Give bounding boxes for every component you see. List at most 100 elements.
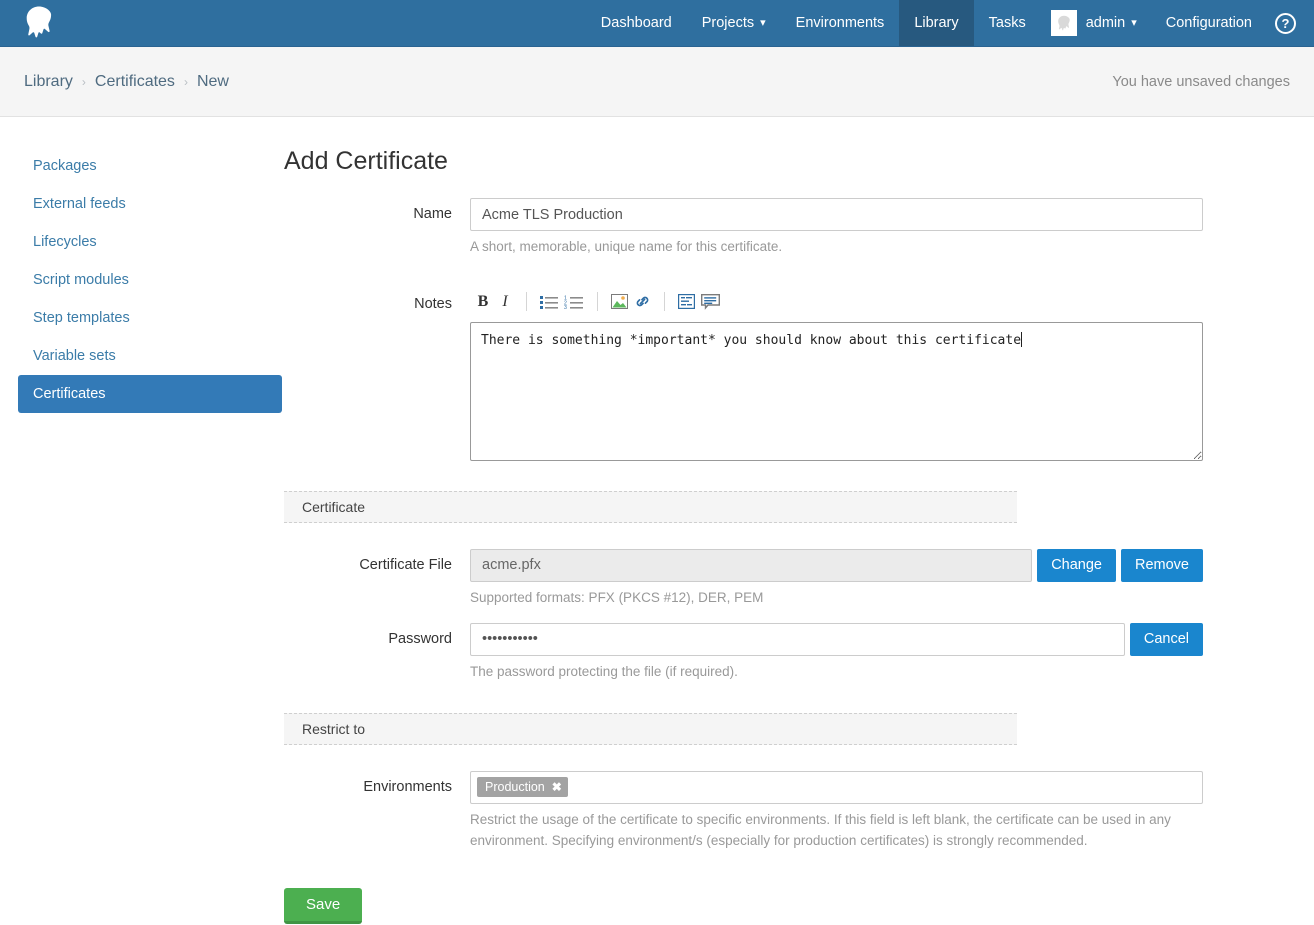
nav-item-projects[interactable]: Projects ▾ [687, 0, 781, 46]
insert-link-button[interactable] [631, 290, 654, 314]
field-row-password: Password Cancel The password protecting … [282, 623, 1274, 683]
sidebar-item-external-feeds[interactable]: External feeds [18, 185, 282, 223]
certificate-file-control: Change Remove Supported formats: PFX (PK… [470, 549, 1203, 609]
bulleted-list-button[interactable] [537, 290, 561, 314]
sidebar-item-label: Packages [33, 158, 97, 174]
password-input[interactable] [470, 623, 1125, 656]
password-label: Password [282, 623, 470, 683]
certificate-file-help-text: Supported formats: PFX (PKCS #12), DER, … [470, 588, 1203, 609]
chevron-down-icon: ▾ [760, 18, 766, 29]
insert-image-button[interactable] [608, 290, 631, 314]
top-navigation-bar: Dashboard Projects ▾ Environments Librar… [0, 0, 1314, 47]
numbered-list-button[interactable]: 1 2 3 [561, 290, 587, 314]
environments-label: Environments [282, 771, 470, 852]
bulleted-list-icon [540, 295, 558, 309]
nav-item-environments[interactable]: Environments [781, 0, 900, 46]
sidebar-item-label: Step templates [33, 310, 130, 326]
nav-item-library-label: Library [914, 15, 958, 31]
numbered-list-icon: 1 2 3 [564, 295, 584, 309]
svg-text:3: 3 [564, 305, 567, 309]
source-view-icon [678, 294, 695, 309]
help-icon: ? [1275, 13, 1296, 34]
sidebar-item-lifecycles[interactable]: Lifecycles [18, 223, 282, 261]
octopus-avatar-icon [1055, 15, 1073, 32]
toolbar-divider [597, 292, 598, 311]
remove-file-button[interactable]: Remove [1121, 549, 1203, 582]
section-header-restrict-to: Restrict to [284, 713, 1017, 745]
environments-help-text: Restrict the usage of the certificate to… [470, 810, 1203, 852]
tag-production[interactable]: Production ✖ [477, 777, 568, 797]
breadcrumb-bar: Library › Certificates › New You have un… [0, 47, 1314, 117]
sidebar-item-packages[interactable]: Packages [18, 147, 282, 185]
octopus-logo[interactable] [0, 0, 78, 46]
name-help-text: A short, memorable, unique name for this… [470, 237, 1203, 258]
name-input[interactable] [470, 198, 1203, 231]
help-button[interactable]: ? [1267, 0, 1314, 46]
breadcrumb-separator-icon: › [184, 75, 188, 89]
avatar [1051, 10, 1077, 36]
nav-item-tasks-label: Tasks [989, 15, 1026, 31]
certificate-file-input [470, 549, 1032, 582]
form-actions: Save [284, 888, 1274, 924]
name-control: A short, memorable, unique name for this… [470, 198, 1203, 258]
sidebar-item-certificates[interactable]: Certificates [18, 375, 282, 413]
password-help-text: The password protecting the file (if req… [470, 662, 1203, 683]
page-body: Packages External feeds Lifecycles Scrip… [0, 117, 1314, 924]
text-cursor [1021, 332, 1022, 347]
italic-icon: I [502, 293, 507, 311]
nav-item-dashboard-label: Dashboard [601, 15, 672, 31]
breadcrumb: Library › Certificates › New [24, 73, 229, 91]
breadcrumb-item-library[interactable]: Library [24, 73, 73, 91]
tag-remove-icon[interactable]: ✖ [552, 781, 562, 793]
source-view-button[interactable] [675, 290, 698, 314]
italic-button[interactable]: I [494, 290, 516, 314]
nav-item-dashboard[interactable]: Dashboard [586, 0, 687, 46]
certificate-file-inline-group: Change Remove [470, 549, 1203, 582]
bold-icon: B [478, 293, 489, 311]
octopus-logo-icon [20, 5, 58, 41]
notes-textarea[interactable]: There is something *important* you shoul… [470, 322, 1203, 461]
nav-item-tasks[interactable]: Tasks [974, 0, 1041, 46]
certificate-file-label: Certificate File [282, 549, 470, 609]
toolbar-divider [526, 292, 527, 311]
environments-control: Production ✖ Restrict the usage of the c… [470, 771, 1203, 852]
nav-item-environments-label: Environments [796, 15, 885, 31]
sidebar-item-label: Variable sets [33, 348, 116, 364]
insert-image-icon [611, 294, 628, 309]
sidebar-item-step-templates[interactable]: Step templates [18, 299, 282, 337]
bold-button[interactable]: B [472, 290, 494, 314]
insert-link-icon [634, 294, 651, 309]
field-row-name: Name A short, memorable, unique name for… [282, 198, 1274, 258]
sidebar-item-label: External feeds [33, 196, 126, 212]
breadcrumb-item-certificates[interactable]: Certificates [95, 73, 175, 91]
page-title: Add Certificate [284, 147, 1274, 176]
sidebar: Packages External feeds Lifecycles Scrip… [0, 147, 282, 924]
toolbar-divider [664, 292, 665, 311]
sidebar-item-label: Lifecycles [33, 234, 97, 250]
user-menu[interactable]: admin ▾ [1041, 0, 1151, 46]
password-inline-group: Cancel [470, 623, 1203, 656]
notes-editor-toolbar: B I [470, 288, 1203, 316]
nav-item-library[interactable]: Library [899, 0, 973, 46]
breadcrumb-item-new: New [197, 73, 229, 91]
sidebar-item-script-modules[interactable]: Script modules [18, 261, 282, 299]
environments-tag-input[interactable]: Production ✖ [470, 771, 1203, 804]
breadcrumb-separator-icon: › [82, 75, 86, 89]
sidebar-item-label: Script modules [33, 272, 129, 288]
notes-control: B I [470, 288, 1203, 461]
section-header-restrict-to-label: Restrict to [302, 721, 365, 737]
sidebar-item-label: Certificates [33, 386, 106, 402]
nav-item-configuration[interactable]: Configuration [1151, 0, 1267, 46]
section-header-certificate: Certificate [284, 491, 1017, 523]
notes-textarea-value: There is something *important* you shoul… [481, 333, 1021, 348]
preview-button[interactable] [698, 290, 723, 314]
save-button[interactable]: Save [284, 888, 362, 924]
change-file-button[interactable]: Change [1037, 549, 1116, 582]
nav-item-configuration-label: Configuration [1166, 15, 1252, 31]
user-menu-label: admin [1086, 15, 1126, 31]
sidebar-item-variable-sets[interactable]: Variable sets [18, 337, 282, 375]
field-row-environments: Environments Production ✖ Restrict the u… [282, 771, 1274, 852]
name-label: Name [282, 198, 470, 258]
notes-label: Notes [282, 288, 470, 461]
cancel-password-button[interactable]: Cancel [1130, 623, 1203, 656]
